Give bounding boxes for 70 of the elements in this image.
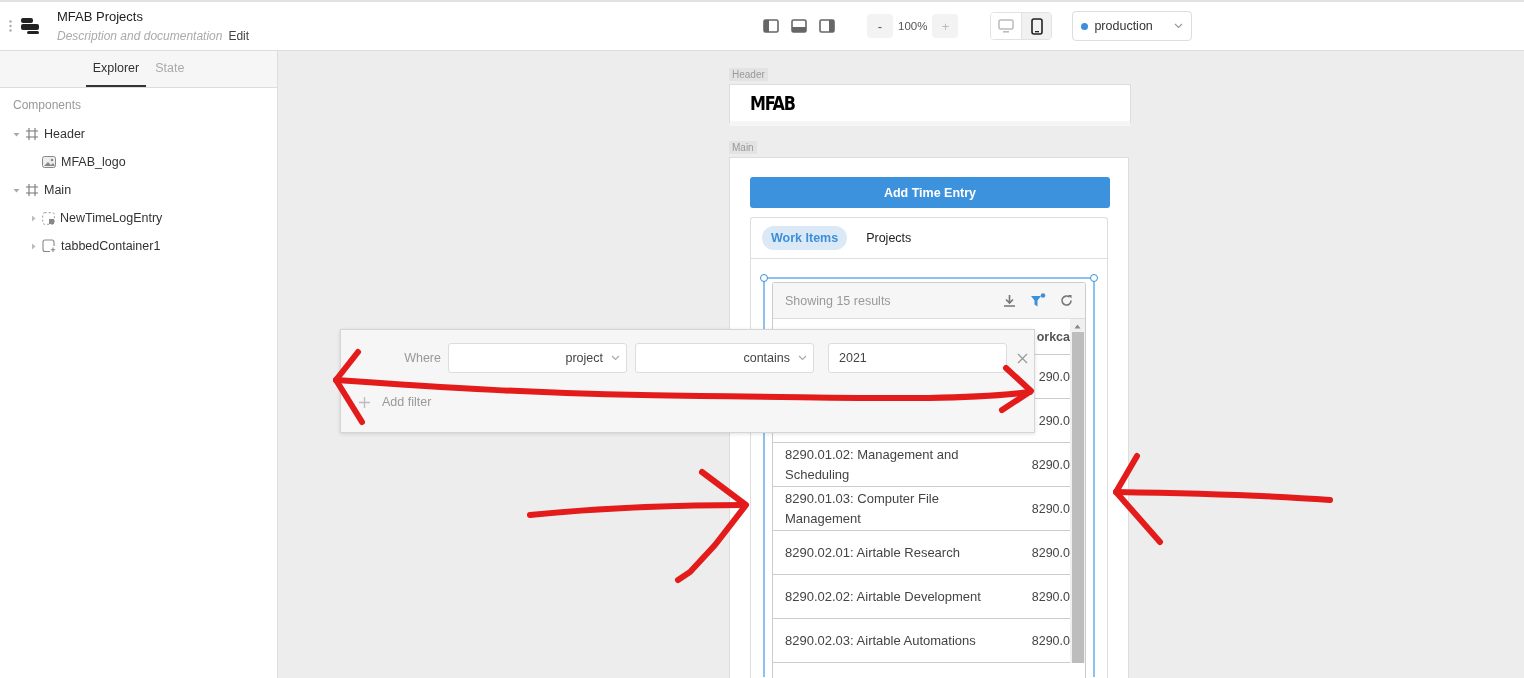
resize-handle[interactable] xyxy=(1090,274,1098,282)
table-cell: 8290.02.01: Airtable Research xyxy=(785,544,960,560)
caret-icon[interactable] xyxy=(13,186,20,194)
tree-label: NewTimeLogEntry xyxy=(60,211,163,225)
caret-icon[interactable] xyxy=(30,242,37,250)
chevron-down-icon xyxy=(798,355,807,361)
mobile-view-button[interactable] xyxy=(1021,13,1052,39)
right-panel-icon[interactable] xyxy=(819,19,835,33)
resize-handle[interactable] xyxy=(760,274,768,282)
table-cell-text: 290.0 xyxy=(1037,413,1070,428)
tree-label: MFAB_logo xyxy=(61,155,126,169)
tree-label: Main xyxy=(44,183,72,197)
environment-select[interactable]: production xyxy=(1072,11,1193,41)
tree-label: Header xyxy=(44,127,85,141)
close-icon[interactable] xyxy=(1017,352,1028,364)
operator-select[interactable]: contains xyxy=(635,343,814,373)
frame-label: Main xyxy=(729,141,757,154)
phone-icon xyxy=(1030,17,1043,35)
zoom-out-button[interactable]: - xyxy=(867,14,893,38)
frame-icon xyxy=(25,183,39,197)
tree-item[interactable]: MFAB_logo xyxy=(0,148,277,176)
sidebar-tab[interactable]: Explorer xyxy=(85,51,147,87)
logo-text: MFAB xyxy=(750,91,795,115)
plus-icon[interactable] xyxy=(359,396,370,408)
dashed-square-icon xyxy=(42,211,55,225)
table-cell-text: 8290.0 xyxy=(1030,501,1070,516)
caret-icon[interactable] xyxy=(13,130,20,138)
scroll-up-icon[interactable] xyxy=(1074,324,1081,329)
container-add-icon xyxy=(42,239,56,253)
left-panel-icon[interactable] xyxy=(763,19,779,33)
tree-item[interactable]: tabbedContainer1 xyxy=(0,232,277,260)
app-title: MFAB Projects xyxy=(57,9,144,24)
where-label: Where xyxy=(403,351,441,365)
frame-icon xyxy=(25,127,39,141)
chevron-down-icon xyxy=(1174,23,1184,29)
app-description: Description and documentation xyxy=(57,29,223,43)
container-tab[interactable]: Projects xyxy=(857,226,921,250)
table-cell: 8290.01.02: Management and Scheduling xyxy=(785,446,959,482)
table-cell-text: 8290.0 xyxy=(1030,457,1070,472)
column-header: orkca xyxy=(1035,329,1070,344)
table-cell: 8290.02.03: Airtable Automations xyxy=(785,632,976,648)
tree-item[interactable]: Main xyxy=(0,176,277,204)
bottom-panel-icon[interactable] xyxy=(791,19,807,33)
table-cell-text: 8290.0 xyxy=(1030,589,1070,604)
table-cell: 8290.01.03: Computer File Management xyxy=(785,490,939,526)
refresh-icon[interactable] xyxy=(1060,294,1073,307)
field-select[interactable]: project xyxy=(448,343,627,373)
filter-icon[interactable] xyxy=(1030,293,1046,308)
table-cell-text: 290.0 xyxy=(1037,369,1070,384)
app-logo-icon xyxy=(21,17,39,35)
monitor-icon xyxy=(998,18,1015,34)
caret-icon[interactable] xyxy=(30,214,37,222)
scrollbar[interactable] xyxy=(1070,319,1085,663)
download-icon[interactable] xyxy=(1003,294,1016,307)
status-dot xyxy=(1081,22,1089,30)
chevron-down-icon xyxy=(611,355,620,361)
value-field[interactable]: 2021 xyxy=(828,343,1007,373)
tree-label: tabbedContainer1 xyxy=(61,239,161,253)
image-icon xyxy=(42,156,56,168)
results-count: Showing 15 results xyxy=(785,293,892,308)
drag-handle-icon[interactable] xyxy=(9,20,12,32)
section-label: Components xyxy=(12,97,83,114)
edit-link[interactable]: Edit xyxy=(228,29,250,43)
zoom-level: 100% xyxy=(898,20,928,32)
table-cell-text: 8290.0 xyxy=(1030,545,1070,560)
frame-label: Header xyxy=(729,68,768,81)
tree-item[interactable]: NewTimeLogEntry xyxy=(0,204,277,232)
table-cell: 8290.02.02: Airtable Development xyxy=(785,588,981,604)
table-cell-text: 8290.0 xyxy=(1030,633,1070,648)
tree-item[interactable]: Header xyxy=(0,120,277,148)
